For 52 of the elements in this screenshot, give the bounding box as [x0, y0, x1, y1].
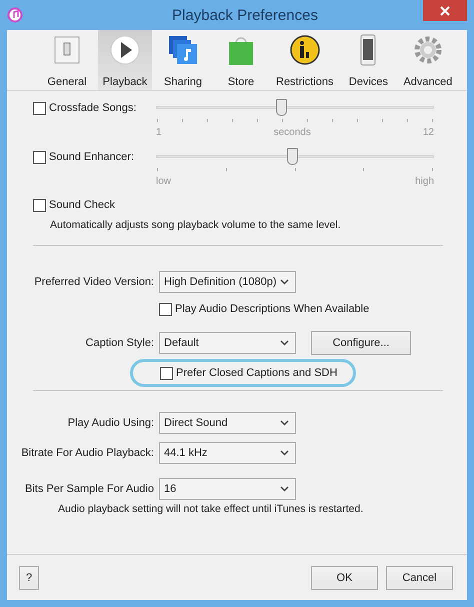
chevron-icon [280, 420, 289, 426]
toolbar-tab[interactable]: Advanced [399, 30, 456, 90]
close-button[interactable] [423, 0, 467, 21]
checkbox[interactable] [33, 198, 46, 212]
checkbox[interactable] [160, 366, 173, 380]
field-label: Bitrate For Audio Playback: [20, 447, 155, 459]
scale-label: 12 [422, 127, 434, 140]
checkbox-label: Crossfade Songs: [49, 102, 136, 114]
dropdown[interactable]: Default [159, 332, 296, 354]
dropdown[interactable]: Direct Sound [159, 412, 296, 434]
field-label: Preferred Video Version: [33, 276, 155, 288]
help-text: Audio playback setting will not take effect until iTunes is restarted. [58, 503, 364, 515]
close-icon [440, 6, 450, 16]
checkbox[interactable] [33, 150, 46, 164]
help-button[interactable]: ? [19, 566, 39, 590]
checkbox-label: Play Audio Descriptions When Available [175, 303, 370, 315]
play-icon [109, 34, 141, 66]
toolbar-tab[interactable]: Store [214, 30, 268, 90]
chevron-icon [280, 486, 289, 492]
toolbar-tab[interactable]: Devices [341, 30, 396, 90]
scale-label: high [415, 176, 434, 189]
slider-thumb[interactable] [276, 99, 288, 116]
toolbar-tab[interactable]: Sharing [156, 30, 210, 90]
toolbar-tab[interactable]: General [40, 30, 94, 90]
checkbox[interactable] [33, 102, 46, 114]
scale-label: 1 [156, 127, 162, 140]
parental-sign-icon [288, 34, 321, 66]
field-label: Caption Style: [84, 337, 155, 349]
configure-button[interactable]: Configure... [311, 331, 411, 355]
dropdown[interactable]: High Definition (1080p) [159, 271, 296, 293]
dropdown[interactable]: 16 [159, 478, 296, 500]
dropdown[interactable]: 44.1 kHz [159, 442, 296, 464]
chevron-icon [280, 450, 289, 456]
checkbox-label: Sound Check [49, 199, 116, 211]
chevron-icon [280, 279, 289, 285]
checkbox[interactable] [159, 302, 172, 316]
ok-button[interactable]: OK [311, 566, 378, 590]
field-label: Play Audio Using: [66, 417, 155, 429]
gear-icon [412, 34, 444, 66]
toolbar-tab[interactable]: Playback [98, 30, 152, 90]
cancel-button[interactable]: Cancel [386, 566, 453, 590]
checkbox-label: Sound Enhancer: [49, 151, 134, 163]
help-text: Automatically adjusts song playback volume to the same level. [50, 219, 342, 231]
field-label: Bits Per Sample For Audio [24, 483, 155, 495]
slider-thumb[interactable] [287, 148, 298, 165]
scale-label: seconds [274, 127, 311, 140]
window-title: Playback Preferences [172, 6, 318, 24]
checkbox-label: Prefer Closed Captions and SDH [176, 367, 338, 379]
toolbar-tab[interactable]: Restrictions [272, 30, 338, 90]
chevron-icon [280, 340, 289, 346]
scale-label: low [156, 176, 172, 189]
music-icon [167, 34, 199, 66]
